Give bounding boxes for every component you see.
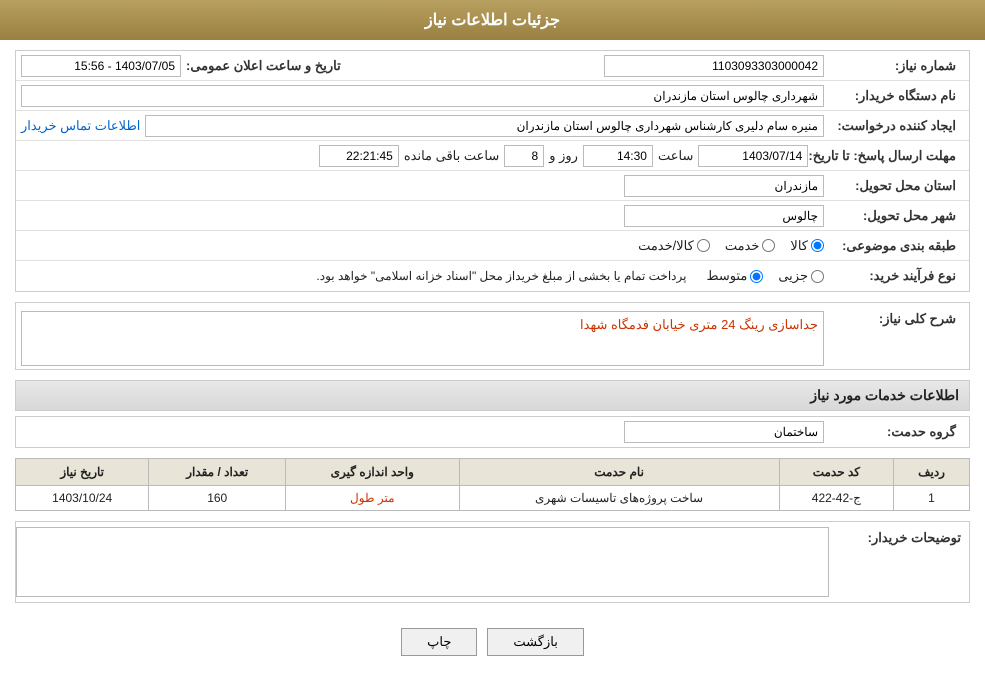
bottom-buttons: بازگشت چاپ [15,613,970,671]
cell-quantity: 160 [149,486,286,511]
province-input[interactable] [624,175,824,197]
announcement-label: تاریخ و ساعت اعلان عمومی: [186,58,349,74]
page-title: جزئیات اطلاعات نیاز [425,12,560,29]
purchase-jozi-radio[interactable] [811,270,824,283]
category-kala[interactable]: کالا [790,238,824,254]
row-need-description: شرح کلی نیاز: جداسازی رینگ 24 متری خیابا… [16,303,969,369]
province-value-cell [21,175,824,197]
buyer-org-label: نام دستگاه خریدار: [824,88,964,104]
remaining-label: ساعت باقی مانده [404,148,499,164]
purchase-jozi-label: جزیی [778,268,808,284]
requester-input[interactable] [145,115,824,137]
buyer-description-box [16,527,829,597]
col-header-measurement-unit: واحد اندازه گیری [286,459,459,486]
row-city: شهر محل تحویل: [16,201,969,231]
services-section: گروه حدمت: [15,416,970,448]
cell-need-date: 1403/10/24 [16,486,149,511]
table-header-row: ردیف کد حدمت نام حدمت واحد اندازه گیری ت… [16,459,970,486]
cell-service-name: ساخت پروژه‌های تاسیسات شهری [459,486,779,511]
back-button[interactable]: بازگشت [487,628,583,656]
service-group-value-cell [21,421,824,443]
remaining-time-input[interactable] [319,145,399,167]
need-description-value-cell: جداسازی رینگ 24 متری خیابان فدمگاه شهدا [21,311,824,366]
row-province: استان محل تحویل: [16,171,969,201]
category-kala-khedmat-radio[interactable] [697,239,710,252]
purchase-motevaset[interactable]: متوسط [706,268,763,284]
purchase-motevaset-radio[interactable] [750,270,763,283]
city-input[interactable] [624,205,824,227]
response-date-input[interactable] [698,145,808,167]
category-value-cell: کالا خدمت کالا/خدمت [21,238,824,254]
response-deadline-value-cell: ساعت روز و ساعت باقی مانده [21,145,808,167]
cell-service-code: ج-42-422 [779,486,893,511]
buyer-description-label: توضیحات خریدار: [829,522,969,546]
service-group-label: گروه حدمت: [824,424,964,440]
need-description-section: شرح کلی نیاز: جداسازی رینگ 24 متری خیابا… [15,302,970,370]
info-section: شماره نیاز: تاریخ و ساعت اعلان عمومی: نا… [15,50,970,292]
services-section-header: اطلاعات خدمات مورد نیاز [15,380,970,411]
purchase-type-value-cell: جزیی متوسط پرداخت تمام یا بخشی از مبلغ خ… [21,268,824,284]
row-service-group: گروه حدمت: [16,417,969,447]
col-header-row-num: ردیف [894,459,970,486]
page-header: جزئیات اطلاعات نیاز [0,0,985,40]
row-buyer-org: نام دستگاه خریدار: [16,81,969,111]
category-khedmat-label: خدمت [725,238,760,254]
category-khedmat[interactable]: خدمت [725,238,776,254]
row-response-deadline: مهلت ارسال پاسخ: تا تاریخ: ساعت روز و سا… [16,141,969,171]
row-category: طبقه بندی موضوعی: کالا خدمت [16,231,969,261]
category-kala-khedmat-label: کالا/خدمت [638,238,694,254]
need-number-value-cell [349,55,824,77]
col-header-quantity: تعداد / مقدار [149,459,286,486]
category-khedmat-radio[interactable] [762,239,775,252]
province-label: استان محل تحویل: [824,178,964,194]
category-radio-group: کالا خدمت کالا/خدمت [638,238,824,254]
table-body: 1 ج-42-422 ساخت پروژه‌های تاسیسات شهری م… [16,486,970,511]
purchase-jozi[interactable]: جزیی [778,268,824,284]
buyer-org-input[interactable] [21,85,824,107]
category-label: طبقه بندی موضوعی: [824,238,964,254]
response-days-label: روز و [549,148,578,164]
row-purchase-type: نوع فرآیند خرید: جزیی متوسط پرداخت تمام … [16,261,969,291]
purchase-type-radio-group: جزیی متوسط [706,268,824,284]
service-group-input[interactable] [624,421,824,443]
response-days-input[interactable] [504,145,544,167]
purchase-type-label: نوع فرآیند خرید: [824,268,964,284]
category-kala-khedmat[interactable]: کالا/خدمت [638,238,710,254]
need-description-label: شرح کلی نیاز: [824,311,964,327]
city-value-cell [21,205,824,227]
category-kala-label: کالا [790,238,808,254]
row-need-number: شماره نیاز: تاریخ و ساعت اعلان عمومی: [16,51,969,81]
cell-row-num: 1 [894,486,970,511]
city-label: شهر محل تحویل: [824,208,964,224]
need-number-label: شماره نیاز: [824,58,964,74]
requester-label: ایجاد کننده درخواست: [824,118,964,134]
purchase-motevaset-label: متوسط [706,268,747,284]
main-content: شماره نیاز: تاریخ و ساعت اعلان عمومی: نا… [0,40,985,681]
measurement-unit-link[interactable]: متر طول [350,491,394,505]
buyer-org-value-cell [21,85,824,107]
response-time-input[interactable] [583,145,653,167]
requester-value-cell: اطلاعات تماس خریدار [21,115,824,137]
print-button[interactable]: چاپ [401,628,477,656]
col-header-service-name: نام حدمت [459,459,779,486]
announcement-value-cell [21,55,181,77]
row-requester: ایجاد کننده درخواست: اطلاعات تماس خریدار [16,111,969,141]
category-kala-radio[interactable] [811,239,824,252]
cell-measurement-unit: متر طول [286,486,459,511]
table-row: 1 ج-42-422 ساخت پروژه‌های تاسیسات شهری م… [16,486,970,511]
response-time-label: ساعت [658,148,693,164]
announcement-input[interactable] [21,55,181,77]
need-number-input[interactable] [604,55,824,77]
col-header-need-date: تاریخ نیاز [16,459,149,486]
need-description-text: جداسازی رینگ 24 متری خیابان فدمگاه شهدا [21,311,824,366]
contact-info-link[interactable]: اطلاعات تماس خریدار [21,118,140,134]
purchase-note: پرداخت تمام یا بخشی از مبلغ خریداز محل "… [316,269,686,283]
col-header-service-code: کد حدمت [779,459,893,486]
services-table: ردیف کد حدمت نام حدمت واحد اندازه گیری ت… [15,458,970,511]
buyer-description-container [16,522,829,602]
buyer-description-section: توضیحات خریدار: [15,521,970,603]
response-deadline-label: مهلت ارسال پاسخ: تا تاریخ: [808,148,964,164]
page-wrapper: جزئیات اطلاعات نیاز شماره نیاز: تاریخ و … [0,0,985,691]
